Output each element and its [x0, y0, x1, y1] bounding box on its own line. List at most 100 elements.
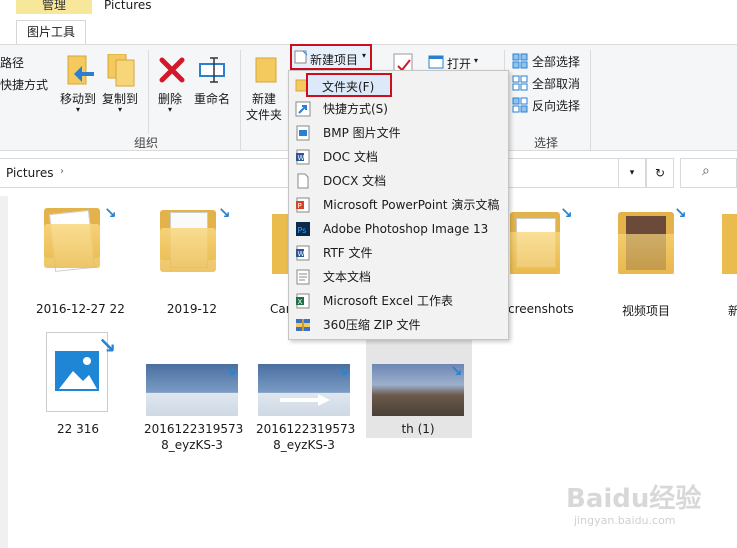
shortcut-icon: [295, 101, 311, 117]
select-group-label: 选择: [534, 136, 559, 150]
menu-item-new-folder-highlight-label: 文件夹(F): [322, 80, 375, 94]
invert-selection-icon: [512, 97, 528, 116]
menu-item-label: Microsoft Excel 工作表: [323, 294, 454, 308]
copy-to-icon: [106, 53, 138, 91]
menu-item-photoshop[interactable]: Ps Adobe Photoshop Image 13: [289, 217, 508, 241]
menu-item-excel[interactable]: X Microsoft Excel 工作表: [289, 289, 508, 313]
left-pane-scrollbar[interactable]: [0, 196, 8, 548]
menu-item-label: Microsoft PowerPoint 演示文稿: [323, 198, 500, 212]
menu-item-rtf[interactable]: W RTF 文件: [289, 241, 508, 265]
breadcrumb-chevron-icon[interactable]: ›: [60, 166, 64, 177]
context-group-label: 管理: [16, 0, 92, 14]
shortcut-arrow-icon: ↘: [224, 362, 237, 380]
file-name-line2[interactable]: 8_eyzKS-3: [256, 438, 352, 452]
watermark-url: jingyan.baidu.com: [574, 514, 676, 527]
address-dropdown-icon[interactable]: ▾: [618, 158, 646, 188]
new-folder-label-1[interactable]: 新建: [252, 90, 276, 107]
file-name-line1[interactable]: 2016122319573: [144, 422, 243, 436]
copy-path-button[interactable]: 路径: [0, 54, 24, 71]
file-name[interactable]: 2019-12: [150, 302, 234, 316]
folder-thumbnail[interactable]: [272, 214, 288, 274]
search-icon: ⌕: [702, 163, 710, 179]
menu-item-bmp[interactable]: BMP 图片文件: [289, 121, 508, 145]
shortcut-arrow-icon: ↘: [104, 204, 117, 222]
file-name[interactable]: creenshots: [508, 302, 574, 316]
rename-button[interactable]: 重命名: [194, 90, 230, 107]
menu-item-label: BMP 图片文件: [323, 126, 401, 140]
shortcut-arrow-icon: ↘: [560, 204, 573, 222]
menu-item-label: Adobe Photoshop Image 13: [323, 222, 489, 236]
file-name[interactable]: 22 316: [36, 422, 120, 436]
copy-to-dropdown-icon[interactable]: ▾: [118, 105, 122, 114]
bmp-file-icon: [296, 125, 310, 141]
svg-text:P: P: [298, 202, 302, 210]
tab-picture-tools[interactable]: 图片工具: [16, 20, 86, 44]
menu-item-shortcut[interactable]: 快捷方式(S): [289, 97, 508, 121]
select-none-icon: [512, 75, 528, 94]
file-name[interactable]: 视频项目: [622, 302, 670, 319]
svg-text:X: X: [298, 298, 303, 306]
menu-item-label: 文本文档: [323, 270, 372, 284]
ribbon-separator: [590, 50, 591, 150]
file-name[interactable]: 新: [728, 302, 737, 319]
menu-item-text[interactable]: 文本文档: [289, 265, 508, 289]
new-item-menu: 文件夹(F) 快捷方式(S) BMP 图片文件 W DOC 文档 DOCX 文档…: [288, 70, 509, 340]
paste-shortcut-button[interactable]: 快捷方式: [0, 76, 48, 93]
new-folder-label-2[interactable]: 文件夹: [246, 106, 282, 123]
folder-thumbnail[interactable]: [510, 212, 560, 274]
folder-thumbnail[interactable]: [160, 210, 216, 272]
svg-text:W: W: [298, 250, 305, 258]
invert-selection-button[interactable]: 反向选择: [532, 97, 580, 114]
folder-thumbnail[interactable]: [44, 208, 100, 272]
menu-item-label: 360压缩 ZIP 文件: [323, 318, 421, 332]
folder-thumbnail[interactable]: [722, 214, 737, 274]
photoshop-icon: Ps: [296, 222, 310, 236]
menu-item-label: DOC 文档: [323, 150, 378, 164]
menu-item-doc[interactable]: W DOC 文档: [289, 145, 508, 169]
powerpoint-icon: P: [296, 197, 310, 213]
delete-icon: [158, 56, 186, 87]
menu-item-docx[interactable]: DOCX 文档: [289, 169, 508, 193]
shortcut-arrow-icon: ↘: [450, 362, 463, 380]
menu-item-label: 快捷方式(S): [323, 102, 388, 116]
file-name-line2[interactable]: 8_eyzKS-3: [144, 438, 240, 452]
folder-thumbnail[interactable]: [618, 212, 674, 274]
new-folder-icon: [254, 54, 278, 87]
shortcut-arrow-icon: ↘: [218, 204, 231, 222]
select-all-icon: [512, 53, 528, 72]
menu-item-label: DOCX 文档: [323, 174, 387, 188]
new-item-icon: [294, 50, 308, 67]
new-item-label[interactable]: 新建项目: [310, 51, 358, 68]
watermark-brand: Baidu经验: [566, 484, 702, 514]
window-title: Pictures: [104, 0, 152, 12]
svg-text:Ps: Ps: [298, 226, 307, 235]
select-all-button[interactable]: 全部选择: [532, 53, 580, 70]
shortcut-arrow-icon: ↘: [674, 204, 687, 222]
file-name-line1[interactable]: 2016122319573: [256, 422, 355, 436]
ribbon-separator: [148, 50, 149, 134]
move-to-icon: [64, 54, 96, 91]
excel-icon: X: [296, 293, 310, 309]
docx-file-icon: [297, 173, 309, 189]
address-path[interactable]: Pictures: [6, 166, 54, 180]
zip-file-icon: [296, 319, 310, 331]
new-item-dropdown-icon[interactable]: ▾: [362, 51, 366, 60]
menu-item-zip[interactable]: 360压缩 ZIP 文件: [289, 313, 508, 337]
doc-file-icon: W: [296, 149, 310, 165]
menu-item-powerpoint[interactable]: P Microsoft PowerPoint 演示文稿: [289, 193, 508, 217]
file-name[interactable]: th (1): [372, 422, 464, 436]
delete-dropdown-icon[interactable]: ▾: [168, 105, 172, 114]
text-file-icon: [296, 269, 310, 285]
svg-text:W: W: [298, 154, 305, 162]
shortcut-arrow-icon: ↘: [336, 362, 349, 380]
refresh-icon[interactable]: ↻: [646, 158, 674, 188]
ribbon-separator: [240, 50, 241, 150]
select-none-button[interactable]: 全部取消: [532, 75, 580, 92]
file-name[interactable]: 2016-12-27 22: [36, 302, 125, 316]
rtf-file-icon: W: [296, 245, 310, 261]
menu-item-label: RTF 文件: [323, 246, 373, 260]
shortcut-arrow-icon: ↘: [98, 334, 117, 359]
open-dropdown-icon[interactable]: ▾: [474, 56, 478, 65]
move-to-dropdown-icon[interactable]: ▾: [76, 105, 80, 114]
organize-group-label: 组织: [134, 136, 159, 150]
